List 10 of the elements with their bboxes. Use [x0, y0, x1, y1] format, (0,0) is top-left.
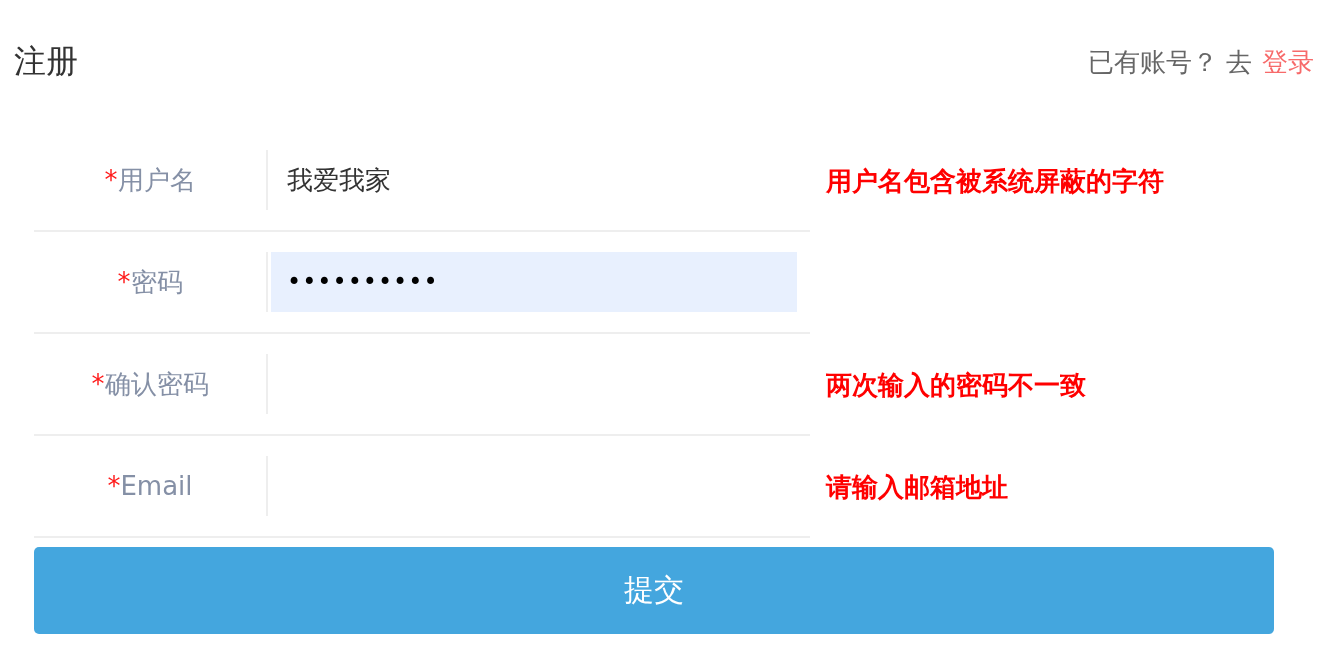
error-message: 用户名包含被系统屏蔽的字符 [826, 164, 1164, 198]
input-field[interactable]: •••••••••• [266, 252, 797, 312]
field-label: *用户名 [103, 163, 197, 197]
page-title: 注册 [14, 41, 78, 82]
field-label: *密码 [116, 265, 184, 299]
error-message: 两次输入的密码不一致 [826, 368, 1086, 402]
login-prompt-text: 已有账号？ 去 [1087, 45, 1252, 79]
field-label: *确认密码 [90, 367, 210, 401]
field-label: *Email [106, 471, 194, 501]
error-message: 请输入邮箱地址 [826, 470, 1008, 504]
